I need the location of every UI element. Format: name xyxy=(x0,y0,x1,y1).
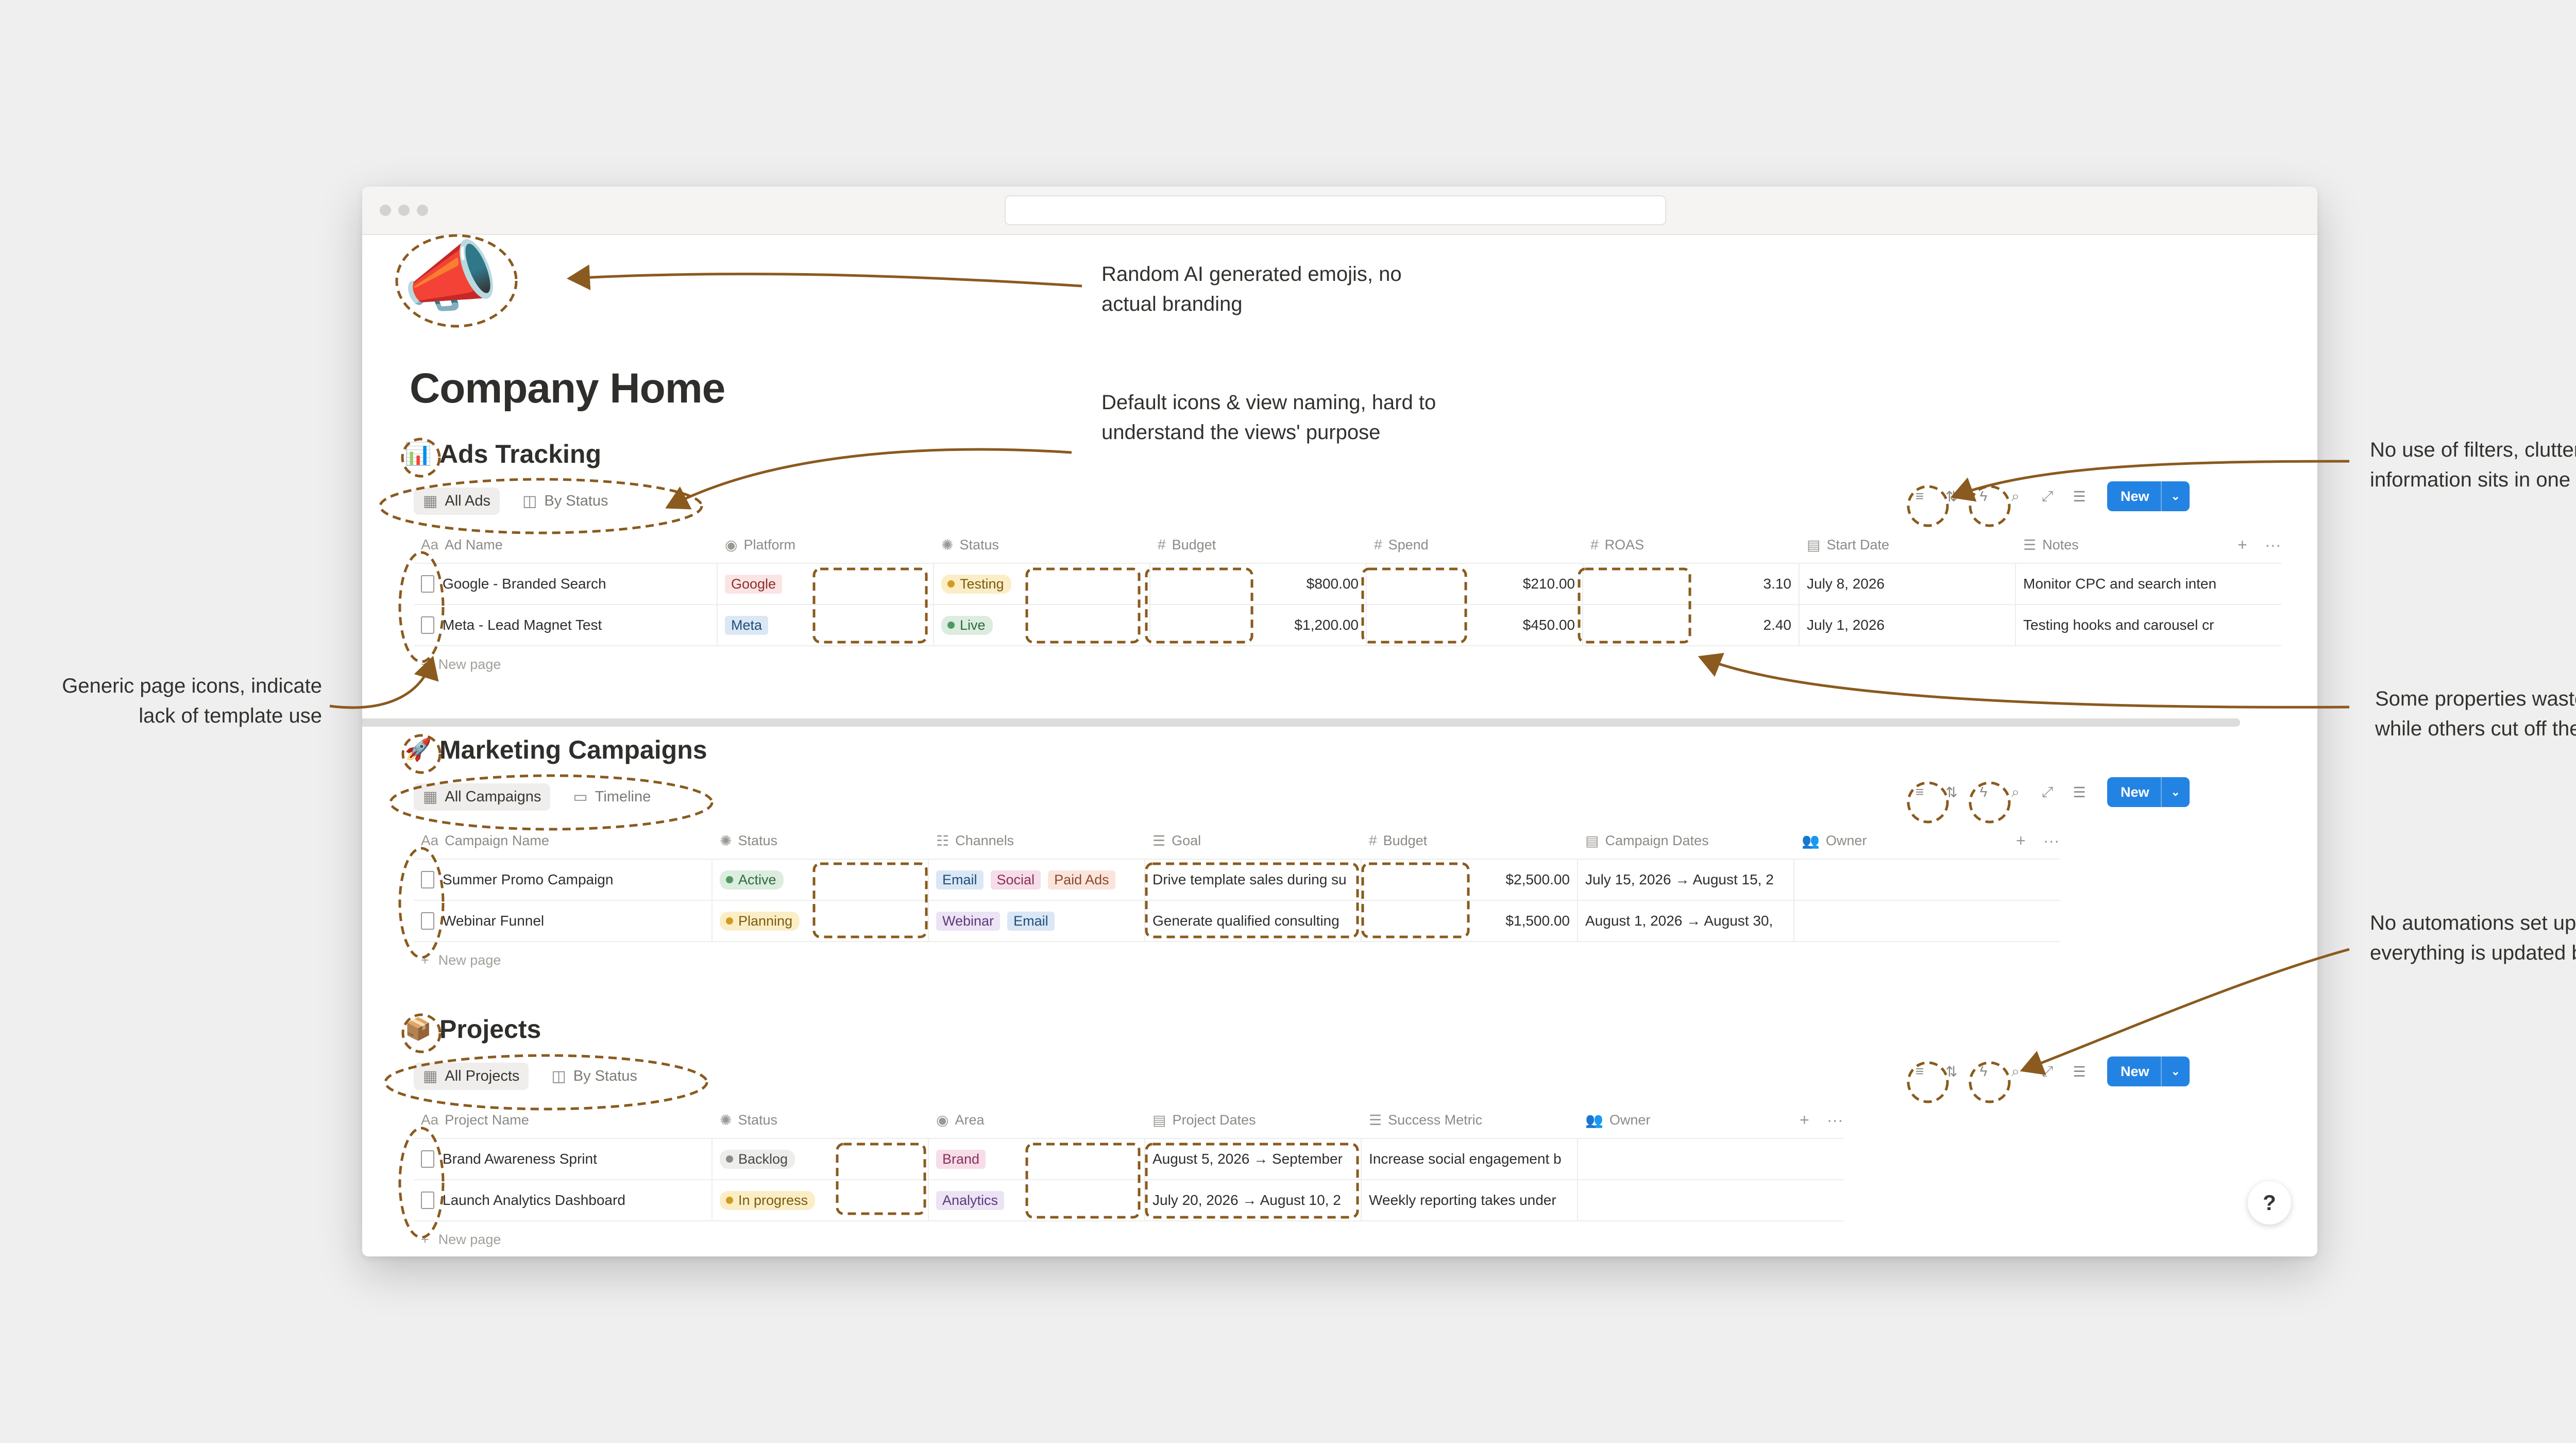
automation-highlight xyxy=(1969,1061,2011,1103)
empty-space-highlight xyxy=(1145,567,1253,644)
arrow-views xyxy=(665,448,1072,510)
annotation-line: actual branding xyxy=(1101,293,1243,315)
views-highlight xyxy=(389,774,714,831)
arrow-emoji xyxy=(567,264,1082,291)
filter-highlight xyxy=(1907,1061,1949,1103)
annotation-page-icons: Generic page icons, indicate lack of tem… xyxy=(31,671,322,731)
arrow-filters xyxy=(1950,460,2350,502)
views-highlight xyxy=(384,1054,708,1111)
annotation-properties: Some properties waste space while others… xyxy=(2375,684,2576,744)
empty-space-highlight xyxy=(812,862,928,938)
page-icons-highlight xyxy=(398,847,445,959)
empty-space-highlight xyxy=(812,567,928,644)
empty-space-highlight xyxy=(836,1143,926,1215)
arrow-automations xyxy=(2020,948,2350,1075)
annotation-automations: No automations set up, so everything is … xyxy=(2370,908,2576,968)
cut-text-highlight xyxy=(1145,1143,1359,1219)
annotation-line: Random AI generated emojis, no xyxy=(1101,263,1402,286)
db-emoji-highlight xyxy=(401,1013,442,1053)
annotation-line: No automations set up, so xyxy=(2370,912,2576,934)
db-emoji-highlight xyxy=(401,438,441,478)
annotation-line: Some properties waste space xyxy=(2375,687,2576,710)
annotation-line: understand the views' purpose xyxy=(1101,421,1381,444)
empty-space-highlight xyxy=(1361,862,1470,938)
annotation-line: Default icons & view naming, hard to xyxy=(1101,391,1436,414)
annotation-line: information sits in one view xyxy=(2370,468,2576,491)
automation-highlight xyxy=(1969,781,2011,824)
page-icons-highlight xyxy=(398,1127,445,1239)
empty-space-highlight xyxy=(1361,567,1467,644)
annotation-line: No use of filters, cluttered xyxy=(2370,439,2576,461)
empty-space-highlight xyxy=(1578,567,1691,644)
db-emoji-highlight xyxy=(401,734,442,774)
filter-highlight xyxy=(1907,485,1949,527)
arrow-properties xyxy=(1698,652,2350,709)
annotation-line: lack of template use xyxy=(139,704,322,727)
cut-text-highlight xyxy=(1145,862,1359,938)
automation-highlight xyxy=(1969,485,2011,527)
annotation-emojis: Random AI generated emojis, no actual br… xyxy=(1101,259,1402,319)
annotation-filters: No use of filters, cluttered information… xyxy=(2370,435,2576,495)
annotation-overlay xyxy=(329,234,2350,1239)
empty-space-highlight xyxy=(1025,567,1141,644)
filter-highlight xyxy=(1907,781,1949,824)
highlight-marks xyxy=(379,234,2011,1239)
page-icons-highlight xyxy=(398,551,445,663)
emoji-highlight xyxy=(395,234,518,328)
annotation-line: Generic page icons, indicate xyxy=(62,675,322,697)
annotation-line: everything is updated by hand xyxy=(2370,942,2576,964)
views-highlight xyxy=(379,478,703,534)
empty-space-highlight xyxy=(1025,1143,1141,1219)
arrow-page-icons xyxy=(329,656,439,709)
annotation-views: Default icons & view naming, hard to und… xyxy=(1101,388,1436,447)
annotation-line: while others cut off the text xyxy=(2375,717,2576,740)
